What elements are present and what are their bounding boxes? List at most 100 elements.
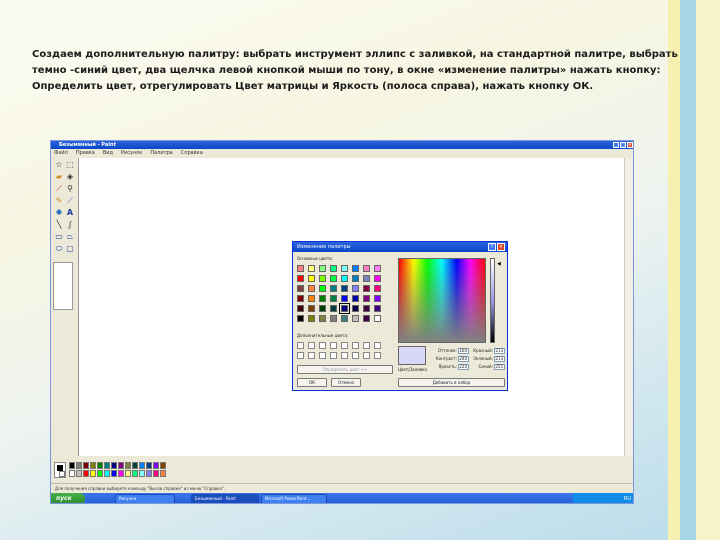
- custom-color-swatch[interactable]: [319, 352, 326, 359]
- tool-options-panel[interactable]: [53, 262, 73, 310]
- basic-color-swatch[interactable]: [374, 275, 381, 282]
- task-folder[interactable]: Рисунки: [115, 494, 175, 503]
- basic-color-swatch[interactable]: [319, 275, 326, 282]
- add-to-custom-colors-button[interactable]: Добавить в набор: [398, 378, 505, 387]
- basic-color-swatch[interactable]: [308, 275, 315, 282]
- basic-color-swatch[interactable]: [363, 265, 370, 272]
- sat-field[interactable]: 240: [458, 356, 469, 362]
- menu-help[interactable]: Справка: [181, 149, 203, 157]
- basic-color-swatch[interactable]: [341, 315, 348, 322]
- custom-color-swatch[interactable]: [341, 342, 348, 349]
- dialog-title-bar[interactable]: Изменение палитры ? ×: [293, 242, 507, 252]
- custom-color-swatch[interactable]: [352, 342, 359, 349]
- current-colors[interactable]: [54, 462, 66, 478]
- basic-color-swatch[interactable]: [319, 315, 326, 322]
- fill-icon[interactable]: ◈: [65, 172, 75, 182]
- basic-color-swatch[interactable]: [308, 305, 315, 312]
- palette-swatch[interactable]: [146, 470, 152, 477]
- close-icon[interactable]: ×: [627, 142, 633, 148]
- custom-color-swatch[interactable]: [374, 342, 381, 349]
- airbrush-icon[interactable]: ✺: [54, 208, 64, 218]
- menu-edit[interactable]: Правка: [76, 149, 95, 157]
- basic-color-swatch[interactable]: [341, 285, 348, 292]
- eraser-icon[interactable]: ▰: [54, 172, 64, 182]
- maximize-icon[interactable]: □: [620, 142, 626, 148]
- custom-color-swatch[interactable]: [308, 352, 315, 359]
- basic-color-swatch[interactable]: [297, 295, 304, 302]
- basic-color-swatch[interactable]: [374, 295, 381, 302]
- basic-color-swatch[interactable]: [374, 305, 381, 312]
- basic-color-swatch[interactable]: [308, 295, 315, 302]
- basic-color-swatch[interactable]: [363, 305, 370, 312]
- custom-color-swatch[interactable]: [363, 342, 370, 349]
- basic-color-swatch[interactable]: [341, 275, 348, 282]
- ellipse-icon[interactable]: ⬭: [54, 244, 64, 254]
- basic-color-swatch[interactable]: [363, 275, 370, 282]
- custom-color-swatch[interactable]: [297, 352, 304, 359]
- menu-image[interactable]: Рисунок: [121, 149, 142, 157]
- basic-color-swatch[interactable]: [330, 315, 337, 322]
- rounded-rect-icon[interactable]: ▢: [65, 244, 75, 254]
- basic-color-swatch[interactable]: [319, 295, 326, 302]
- palette-swatch[interactable]: [132, 462, 138, 469]
- palette-swatch[interactable]: [118, 462, 124, 469]
- task-paint[interactable]: Безымянный - Paint: [191, 494, 259, 503]
- palette-swatch[interactable]: [160, 470, 166, 477]
- custom-color-swatch[interactable]: [297, 342, 304, 349]
- task-powerpoint[interactable]: Microsoft PowerPoint...: [261, 494, 327, 503]
- cancel-button[interactable]: Отмена: [331, 378, 361, 387]
- basic-color-swatch[interactable]: [374, 285, 381, 292]
- palette-swatch[interactable]: [153, 462, 159, 469]
- basic-color-swatch[interactable]: [363, 315, 370, 322]
- palette-swatch[interactable]: [111, 470, 117, 477]
- palette-swatch[interactable]: [125, 470, 131, 477]
- free-select-icon[interactable]: ☆: [54, 160, 64, 170]
- basic-color-swatch[interactable]: [352, 275, 359, 282]
- color-picker-icon[interactable]: ⟋: [54, 184, 64, 194]
- basic-color-swatch[interactable]: [330, 305, 337, 312]
- palette-swatch[interactable]: [69, 470, 75, 477]
- palette-swatch[interactable]: [83, 470, 89, 477]
- vertical-scrollbar[interactable]: [624, 158, 633, 456]
- custom-color-swatch[interactable]: [330, 342, 337, 349]
- hue-field[interactable]: 160: [458, 348, 469, 354]
- palette-swatch[interactable]: [76, 470, 82, 477]
- basic-color-swatch[interactable]: [297, 285, 304, 292]
- basic-color-swatch[interactable]: [341, 295, 348, 302]
- basic-color-swatch[interactable]: [308, 265, 315, 272]
- define-custom-colors-button[interactable]: Определить цвет >>: [297, 365, 393, 374]
- minimize-icon[interactable]: _: [613, 142, 619, 148]
- custom-color-swatch[interactable]: [308, 342, 315, 349]
- basic-color-swatch[interactable]: [352, 265, 359, 272]
- custom-color-swatch[interactable]: [319, 342, 326, 349]
- curve-icon[interactable]: ∫: [65, 220, 75, 230]
- palette-swatch[interactable]: [69, 462, 75, 469]
- basic-color-swatch[interactable]: [319, 305, 326, 312]
- custom-color-swatch[interactable]: [341, 352, 348, 359]
- polygon-icon[interactable]: ⏢: [65, 232, 75, 242]
- dialog-close-icon[interactable]: ×: [497, 243, 505, 251]
- basic-color-swatch[interactable]: [374, 315, 381, 322]
- palette-swatch[interactable]: [97, 462, 103, 469]
- palette-swatch[interactable]: [153, 470, 159, 477]
- menu-colors[interactable]: Палитра: [150, 149, 172, 157]
- custom-color-swatch[interactable]: [330, 352, 337, 359]
- palette-swatch[interactable]: [132, 470, 138, 477]
- palette-swatch[interactable]: [125, 462, 131, 469]
- basic-color-swatch[interactable]: [374, 265, 381, 272]
- basic-color-swatch[interactable]: [297, 315, 304, 322]
- luminance-arrow-icon[interactable]: ◀: [497, 262, 501, 267]
- basic-color-swatch[interactable]: [363, 285, 370, 292]
- basic-color-swatch[interactable]: [339, 303, 350, 314]
- palette-swatch[interactable]: [83, 462, 89, 469]
- green-field[interactable]: 213: [494, 356, 505, 362]
- basic-color-swatch[interactable]: [352, 305, 359, 312]
- palette-swatch[interactable]: [160, 462, 166, 469]
- magnifier-icon[interactable]: ⚲: [65, 184, 75, 194]
- basic-color-swatch[interactable]: [297, 265, 304, 272]
- basic-color-swatch[interactable]: [308, 285, 315, 292]
- basic-color-swatch[interactable]: [352, 315, 359, 322]
- luminance-bar[interactable]: [490, 258, 495, 343]
- basic-color-swatch[interactable]: [308, 315, 315, 322]
- palette-swatch[interactable]: [118, 470, 124, 477]
